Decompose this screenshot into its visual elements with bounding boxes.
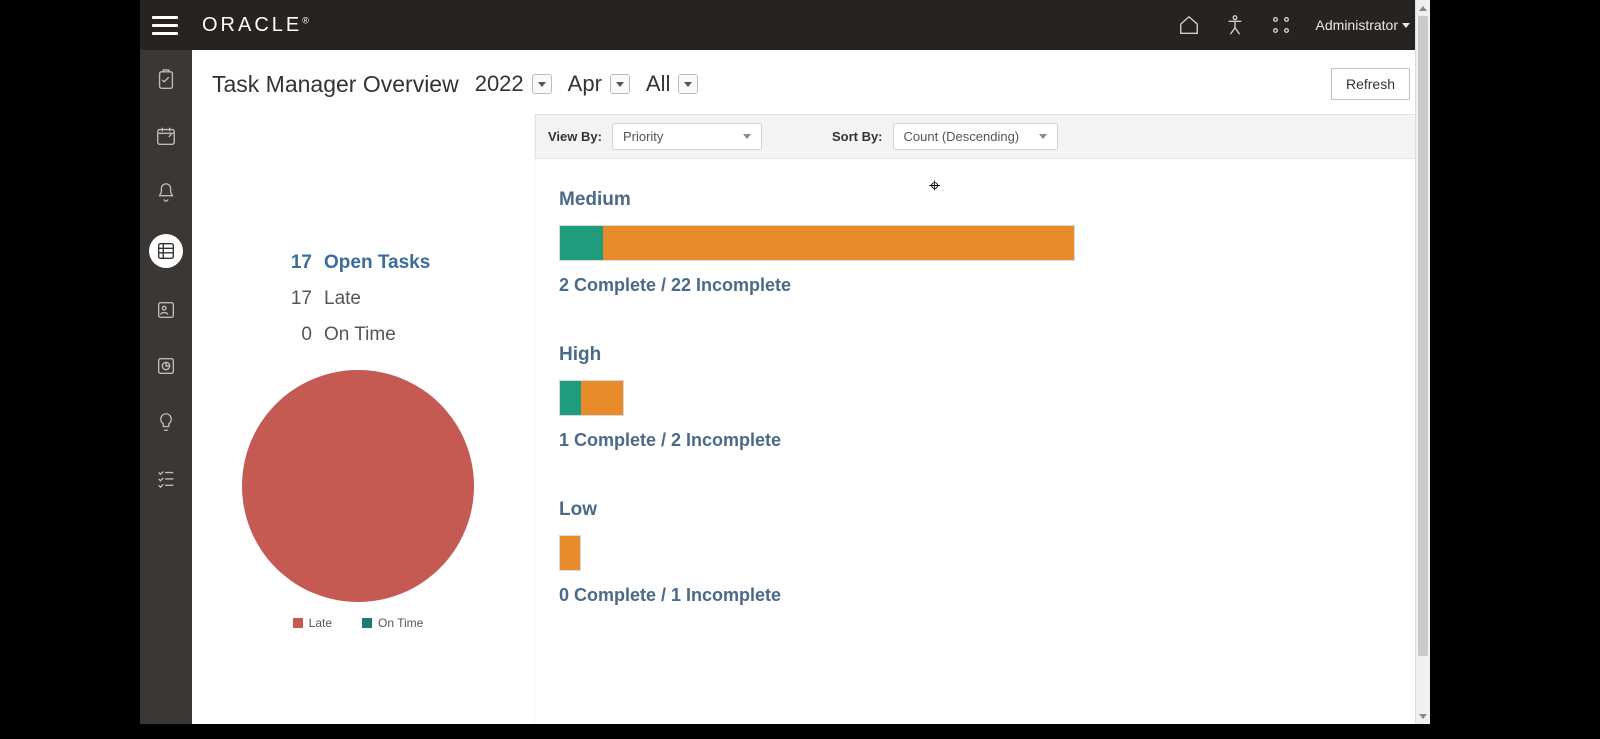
scope-value: All bbox=[646, 71, 670, 97]
legend-late: Late bbox=[293, 616, 332, 630]
scroll-thumb[interactable] bbox=[1418, 16, 1428, 656]
late-count: 17 bbox=[282, 288, 312, 310]
late-label: Late bbox=[324, 288, 361, 310]
nav-alerts-icon[interactable] bbox=[152, 178, 180, 206]
user-menu[interactable]: Administrator bbox=[1316, 17, 1410, 33]
on-time-count: 0 bbox=[282, 324, 312, 346]
scroll-down-button[interactable] bbox=[1416, 708, 1430, 724]
summary-panel: 17 Open Tasks 17 Late 0 On Time bbox=[192, 114, 534, 724]
year-value: 2022 bbox=[475, 71, 524, 97]
status-pie-chart bbox=[242, 370, 474, 602]
page-title: Task Manager Overview bbox=[212, 71, 459, 98]
group-title: High bbox=[559, 344, 1406, 366]
nav-users-icon[interactable] bbox=[152, 296, 180, 324]
stacked-bar[interactable] bbox=[559, 225, 1075, 261]
priority-groups: Medium 2 Complete / 22 Incomplete High 1 Co… bbox=[535, 159, 1430, 636]
group-title: Low bbox=[559, 499, 1406, 521]
apps-grid-icon[interactable] bbox=[1270, 14, 1292, 36]
priority-group: Low 0 Complete / 1 Incomplete bbox=[559, 499, 1406, 606]
priority-group: High 1 Complete / 2 Incomplete bbox=[559, 344, 1406, 451]
on-time-label: On Time bbox=[324, 324, 396, 346]
vertical-scrollbar[interactable] bbox=[1415, 0, 1430, 724]
nav-checklist-icon[interactable] bbox=[152, 464, 180, 492]
group-subtitle: 1 Complete / 2 Incomplete bbox=[559, 430, 1406, 451]
bar-segment-incomplete bbox=[581, 381, 623, 415]
sort-by-label: Sort By: bbox=[832, 129, 883, 144]
view-by-label: View By: bbox=[548, 129, 602, 144]
nav-ideas-icon[interactable] bbox=[152, 408, 180, 436]
scroll-up-button[interactable] bbox=[1416, 0, 1430, 16]
chevron-down-icon bbox=[532, 74, 552, 94]
nav-reports-icon[interactable] bbox=[152, 352, 180, 380]
nav-tasks-icon[interactable] bbox=[152, 66, 180, 94]
open-tasks-row[interactable]: 17 Open Tasks bbox=[282, 252, 514, 274]
group-title: Medium bbox=[559, 189, 1406, 211]
home-icon[interactable] bbox=[1178, 14, 1200, 36]
legend-on-time: On Time bbox=[362, 616, 423, 630]
stacked-bar[interactable] bbox=[559, 380, 624, 416]
bar-segment-incomplete bbox=[560, 536, 580, 570]
group-subtitle: 2 Complete / 22 Incomplete bbox=[559, 275, 1406, 296]
view-by-value: Priority bbox=[623, 129, 663, 144]
open-tasks-count: 17 bbox=[282, 252, 312, 274]
year-select[interactable]: 2022 bbox=[475, 71, 552, 97]
chevron-down-icon bbox=[743, 134, 751, 139]
pie-legend: Late On Time bbox=[293, 616, 424, 630]
chevron-down-icon bbox=[678, 74, 698, 94]
refresh-button[interactable]: Refresh bbox=[1331, 68, 1410, 100]
global-header: ORACLE® Administrator bbox=[140, 0, 1430, 50]
hamburger-menu-icon[interactable] bbox=[152, 12, 178, 38]
chevron-down-icon bbox=[1039, 134, 1047, 139]
month-value: Apr bbox=[568, 71, 602, 97]
nav-overview-icon[interactable] bbox=[149, 234, 183, 268]
bar-segment-incomplete bbox=[603, 226, 1074, 260]
bar-segment-complete bbox=[560, 226, 603, 260]
nav-schedule-icon[interactable] bbox=[152, 122, 180, 150]
view-by-select[interactable]: Priority bbox=[612, 123, 762, 150]
filter-bar: View By: Priority Sort By: Count (Descen… bbox=[535, 114, 1430, 159]
user-name-label: Administrator bbox=[1316, 17, 1398, 33]
detail-panel: View By: Priority Sort By: Count (Descen… bbox=[534, 114, 1430, 724]
sort-by-select[interactable]: Count (Descending) bbox=[893, 123, 1058, 150]
late-row[interactable]: 17 Late bbox=[282, 288, 514, 310]
title-bar: Task Manager Overview 2022 Apr All Refre… bbox=[192, 50, 1430, 114]
brand-logo: ORACLE® bbox=[202, 14, 309, 37]
side-nav bbox=[140, 50, 192, 724]
bar-segment-complete bbox=[560, 381, 581, 415]
chevron-down-icon bbox=[1402, 23, 1410, 28]
open-tasks-label: Open Tasks bbox=[324, 252, 430, 274]
month-select[interactable]: Apr bbox=[568, 71, 630, 97]
accessibility-icon[interactable] bbox=[1224, 14, 1246, 36]
stacked-bar[interactable] bbox=[559, 535, 581, 571]
scope-select[interactable]: All bbox=[646, 71, 698, 97]
chevron-down-icon bbox=[610, 74, 630, 94]
priority-group: Medium 2 Complete / 22 Incomplete bbox=[559, 189, 1406, 296]
sort-by-value: Count (Descending) bbox=[904, 129, 1020, 144]
on-time-row[interactable]: 0 On Time bbox=[282, 324, 514, 346]
group-subtitle: 0 Complete / 1 Incomplete bbox=[559, 585, 1406, 606]
